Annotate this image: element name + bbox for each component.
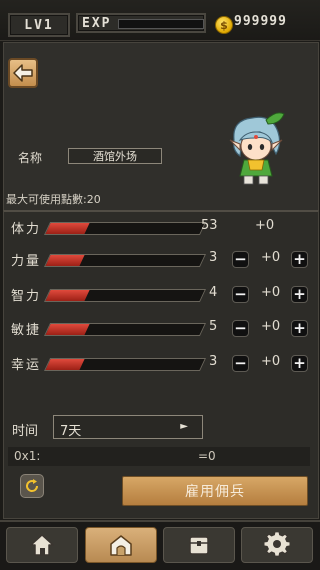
back-arrow-icon xyxy=(13,64,33,82)
minus-icon: − xyxy=(234,285,247,303)
time-label: 时间 xyxy=(12,424,39,439)
stat-row: 体力 53 +0 xyxy=(3,216,317,240)
stat-bonus: +0 xyxy=(255,218,275,233)
stat-label: 智力 xyxy=(11,289,42,304)
exp-label: EXP xyxy=(82,15,112,31)
increase-button[interactable]: + xyxy=(291,251,308,268)
stat-bar-fill xyxy=(45,359,85,370)
stat-bonus: +0 xyxy=(261,250,281,265)
home-icon xyxy=(30,534,54,556)
stat-row: 敏捷 5 − +0 + xyxy=(3,317,317,341)
time-selector[interactable]: 7天 ► xyxy=(53,415,203,439)
stat-value: 3 xyxy=(209,354,218,369)
stat-bar xyxy=(43,358,207,371)
plus-icon: + xyxy=(293,250,306,268)
stat-label: 体力 xyxy=(11,222,42,237)
stat-value: 53 xyxy=(201,218,218,233)
time-value: 7天 xyxy=(60,424,82,439)
hero-portrait xyxy=(229,112,285,185)
stat-bonus: +0 xyxy=(261,354,281,369)
coin-counter: 999999 xyxy=(234,14,287,29)
stat-bonus: +0 xyxy=(261,285,281,300)
level-label: LV1 xyxy=(24,17,54,33)
coin-icon: $ xyxy=(215,16,233,34)
cost-total: =0 xyxy=(198,449,216,463)
coin-symbol: $ xyxy=(220,18,228,32)
nav-inventory-button[interactable] xyxy=(163,527,235,563)
increase-button[interactable]: + xyxy=(291,320,308,337)
increase-button[interactable]: + xyxy=(291,355,308,372)
plus-icon: + xyxy=(293,285,306,303)
stat-bar-fill xyxy=(45,223,90,234)
arrow-right-icon: ► xyxy=(180,421,188,432)
back-button[interactable] xyxy=(8,58,38,88)
stat-row: 幸运 3 − +0 + xyxy=(3,352,317,376)
minus-icon: − xyxy=(234,250,247,268)
stat-bar xyxy=(43,254,207,267)
stat-label: 敏捷 xyxy=(11,323,42,338)
stat-label: 力量 xyxy=(11,254,42,269)
exp-display: EXP xyxy=(76,13,206,33)
stat-bar-fill xyxy=(45,255,85,266)
increase-button[interactable]: + xyxy=(291,286,308,303)
refresh-button[interactable] xyxy=(20,474,44,498)
stat-row: 智力 4 − +0 + xyxy=(3,283,317,307)
nav-home-button[interactable] xyxy=(6,527,78,563)
hire-mercenary-button[interactable]: 雇用佣兵 xyxy=(122,476,308,506)
stat-bonus: +0 xyxy=(261,319,281,334)
nav-settings-button[interactable] xyxy=(241,527,313,563)
plus-icon: + xyxy=(293,319,306,337)
level-badge: LV1 xyxy=(8,13,70,37)
decrease-button[interactable]: − xyxy=(232,355,249,372)
stat-label: 幸运 xyxy=(11,358,42,373)
minus-icon: − xyxy=(234,319,247,337)
max-points-text: 最大可使用點數:20 xyxy=(6,193,101,206)
cost-formula: 0x1: xyxy=(14,449,41,463)
plus-icon: + xyxy=(293,354,306,372)
name-value: 酒馆外场 xyxy=(93,150,137,163)
hire-button-label: 雇用佣兵 xyxy=(185,484,245,500)
stat-bar-fill xyxy=(45,324,90,335)
stat-bar xyxy=(43,323,207,336)
name-label: 名称 xyxy=(18,151,43,165)
inventory-icon xyxy=(189,536,209,555)
stat-value: 3 xyxy=(209,250,218,265)
name-field[interactable]: 酒馆外场 xyxy=(68,148,162,164)
gear-icon xyxy=(264,532,290,557)
stat-bar xyxy=(43,222,207,235)
decrease-button[interactable]: − xyxy=(232,251,249,268)
refresh-icon xyxy=(26,479,39,492)
stat-value: 4 xyxy=(209,285,218,300)
stat-bar xyxy=(43,289,207,302)
house-icon xyxy=(110,535,132,556)
exp-progress-bar xyxy=(118,19,204,29)
decrease-button[interactable]: − xyxy=(232,286,249,303)
stat-row: 力量 3 − +0 + xyxy=(3,248,317,272)
minus-icon: − xyxy=(234,354,247,372)
decrease-button[interactable]: − xyxy=(232,320,249,337)
stat-bar-fill xyxy=(45,290,90,301)
stat-value: 5 xyxy=(209,319,218,334)
nav-tavern-button[interactable] xyxy=(85,527,157,563)
cost-row: 0x1: =0 xyxy=(8,447,310,466)
